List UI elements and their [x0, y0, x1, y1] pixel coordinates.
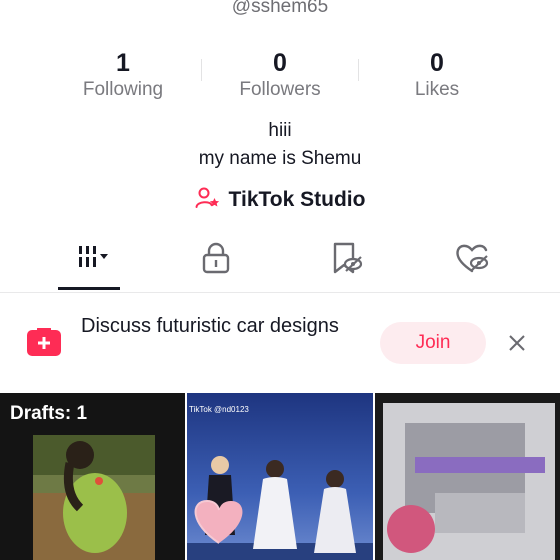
- tab-liked[interactable]: [402, 238, 542, 288]
- favorites-hidden-icon: [326, 238, 366, 283]
- video-thumbnail-image: [187, 393, 373, 560]
- video-thumbnail[interactable]: TikTok @nd0123: [187, 393, 373, 560]
- stat-followers-label: Followers: [239, 79, 321, 100]
- tab-private[interactable]: [146, 238, 286, 288]
- banner-text: Discuss futuristic car designs: [81, 315, 339, 337]
- stat-likes[interactable]: 0 Likes: [359, 48, 515, 102]
- video-thumbnail-blurred[interactable]: [375, 393, 560, 560]
- stat-following-value: 1: [116, 49, 130, 77]
- drafts-label: Drafts: 1: [10, 403, 88, 424]
- stat-followers-value: 0: [273, 49, 287, 77]
- studio-user-star-icon: [195, 186, 221, 215]
- group-suggestion-banner[interactable]: Discuss futuristic car designs Join: [0, 300, 560, 390]
- videos-grid-icon: [65, 238, 115, 283]
- profile-tabs: [0, 238, 560, 292]
- bio-line-1: hiii: [268, 120, 292, 141]
- profile-username: @sshem65: [231, 0, 329, 17]
- stat-likes-value: 0: [430, 49, 444, 77]
- stat-following[interactable]: 1 Following: [45, 48, 201, 102]
- lock-icon: [196, 238, 236, 283]
- group-chat-icon: [26, 327, 62, 358]
- bio-line-2: my name is Shemu: [198, 148, 362, 169]
- stat-following-label: Following: [82, 79, 164, 100]
- active-tab-indicator: [58, 287, 120, 290]
- join-button[interactable]: Join: [380, 322, 486, 364]
- tab-videos[interactable]: [20, 238, 160, 288]
- close-icon[interactable]: [504, 330, 530, 356]
- tab-favorites[interactable]: [276, 238, 416, 288]
- profile-stats: 1 Following 0 Followers 0 Likes: [45, 48, 515, 108]
- liked-hidden-icon: [452, 238, 492, 283]
- tiktok-studio-link[interactable]: TikTok Studio: [0, 186, 560, 214]
- drafts-thumbnail[interactable]: Drafts: 1: [0, 393, 185, 560]
- stat-followers[interactable]: 0 Followers: [202, 48, 358, 102]
- video-grid: Drafts: 1 TikTok @nd0123: [0, 393, 560, 560]
- stat-likes-label: Likes: [414, 79, 460, 100]
- video-thumbnail-image: [375, 393, 560, 560]
- tiktok-watermark: TikTok @nd0123: [189, 405, 249, 414]
- tabs-divider: [0, 292, 560, 293]
- studio-label: TikTok Studio: [228, 188, 366, 211]
